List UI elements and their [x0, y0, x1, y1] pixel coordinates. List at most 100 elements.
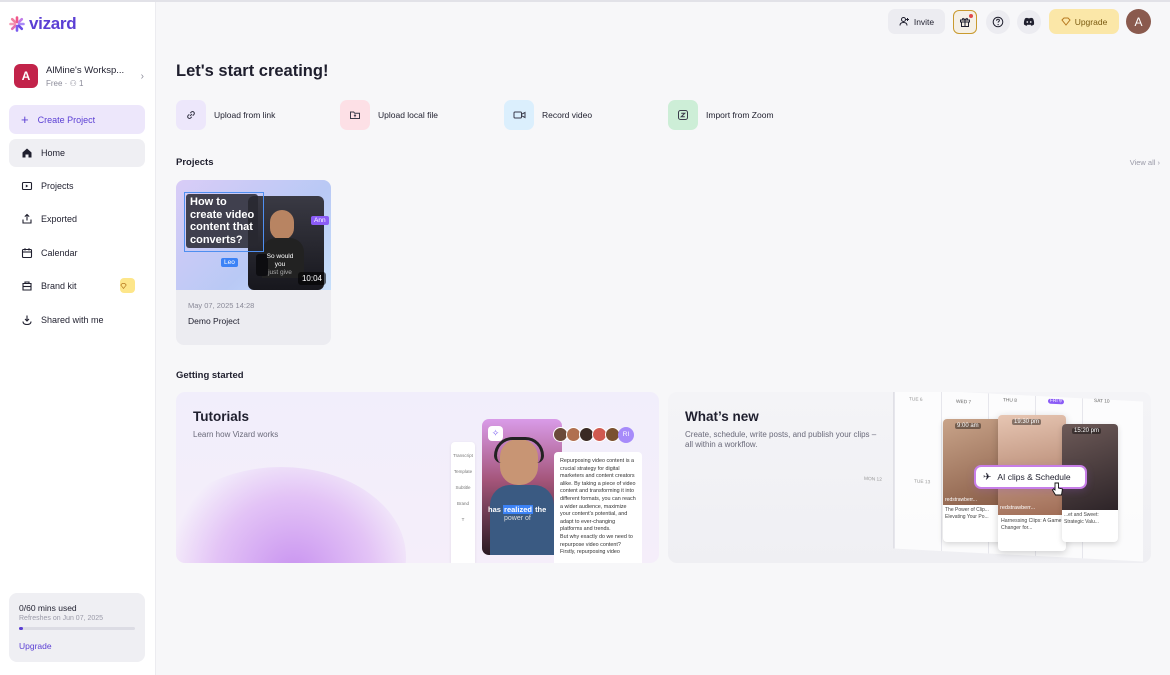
collaborator-avatars: RI	[553, 427, 634, 443]
sidebar-item-label: Projects	[41, 181, 74, 191]
discord-icon	[1023, 17, 1035, 26]
tutorials-card[interactable]: Tutorials Learn how Vizard works Transcr…	[176, 392, 659, 563]
sidebar: vizard A AlMine's Worksp... Free · ⚇ 1 ›…	[0, 2, 156, 675]
usage-progress-fill	[19, 627, 23, 630]
add-user-icon	[899, 17, 909, 26]
sidebar-item-label: Calendar	[41, 248, 78, 258]
upload-from-link-button[interactable]: Upload from link	[176, 100, 275, 130]
hand-cursor-icon	[1051, 482, 1063, 496]
sidebar-item-shared[interactable]: Shared with me	[9, 306, 145, 334]
create-project-button[interactable]: + Create Project	[9, 105, 145, 134]
vizard-logo-icon	[9, 16, 25, 32]
plus-icon: +	[21, 112, 29, 127]
record-video-button[interactable]: Record video	[504, 100, 592, 130]
tutorial-caption-2: power of	[504, 515, 531, 522]
gift-button[interactable]	[953, 10, 977, 34]
brand-icon	[22, 281, 32, 291]
action-label: Upload from link	[214, 110, 276, 120]
sidebar-item-calendar[interactable]: Calendar	[9, 239, 145, 267]
view-all-link[interactable]: View all ›	[1130, 158, 1160, 167]
usage-progress-bar	[19, 627, 135, 630]
app-logo[interactable]: vizard	[9, 14, 77, 34]
editor-toolbar-labels: Transcript Template Subtitle Brand T	[453, 453, 473, 522]
member-icon: ⚇	[69, 78, 79, 88]
logo-text: vizard	[29, 14, 77, 33]
window-top-border	[0, 0, 1170, 2]
sidebar-item-label: Brand kit	[41, 281, 77, 291]
import-from-zoom-button[interactable]: Import from Zoom	[668, 100, 774, 130]
send-icon: ✈	[983, 471, 992, 483]
whats-new-subtitle: Create, schedule, write posts, and publi…	[685, 430, 877, 449]
whats-new-title: What’s new	[685, 409, 759, 424]
workspace-name: AlMine's Worksp...	[46, 64, 125, 76]
sidebar-item-label: Exported	[41, 214, 78, 224]
ai-sparkle-icon: ✧	[488, 426, 503, 441]
workspace-member-count: 1	[78, 78, 84, 88]
premium-badge	[120, 278, 135, 293]
project-date: May 07, 2025 14:28	[188, 301, 255, 310]
zoom-icon	[668, 100, 698, 130]
sidebar-item-label: Shared with me	[41, 315, 104, 325]
video-duration: 10:04	[297, 272, 326, 285]
shared-icon	[22, 315, 32, 326]
presenter-face	[270, 210, 294, 240]
workspace-avatar: A	[14, 64, 38, 88]
tutorials-title: Tutorials	[193, 409, 250, 424]
headphones	[494, 437, 544, 463]
diamond-icon	[1061, 17, 1071, 26]
upgrade-button[interactable]: Upgrade	[1049, 9, 1119, 34]
tutorial-video: ✧ has realized the power of	[482, 419, 562, 555]
thumbnail-title: How to create video content that convert…	[186, 194, 259, 248]
project-name: Demo Project	[188, 316, 240, 326]
upload-local-file-button[interactable]: Upload local file	[340, 100, 438, 130]
notification-dot	[969, 14, 973, 18]
sidebar-item-brand-kit[interactable]: Brand kit	[9, 272, 145, 300]
usage-minutes: 0/60 mins used	[19, 603, 77, 613]
decorative-glow	[176, 467, 406, 563]
collaborator-tag-leo: Leo	[221, 258, 238, 267]
transcript-panel: Repurposing video content is a crucial s…	[554, 452, 642, 563]
sidebar-item-exported[interactable]: Exported	[9, 205, 145, 233]
workspace-switcher[interactable]: A AlMine's Worksp... Free · ⚇ 1 ›	[14, 62, 144, 90]
workspace-plan: Free · ⚇ 1	[46, 79, 126, 88]
tutorials-subtitle: Learn how Vizard works	[193, 430, 279, 439]
action-label: Import from Zoom	[706, 110, 774, 120]
project-card[interactable]: How to create video content that convert…	[176, 180, 331, 345]
view-all-label: View all	[1129, 158, 1156, 167]
projects-heading: Projects	[176, 157, 214, 168]
help-button[interactable]	[986, 10, 1010, 34]
collaborator-tag-ann: Ann	[311, 216, 329, 225]
chevron-right-icon: ›	[1157, 158, 1161, 167]
editor-toolbar: Transcript Template Subtitle Brand T	[451, 442, 475, 563]
whats-new-card[interactable]: What’s new Create, schedule, write posts…	[668, 392, 1151, 563]
sidebar-item-home[interactable]: Home	[9, 139, 145, 167]
export-icon	[22, 213, 32, 224]
chevron-right-icon: ›	[140, 70, 144, 82]
diamond-icon	[120, 282, 127, 289]
discord-button[interactable]	[1017, 10, 1041, 34]
caption-preview: So would you just give	[266, 253, 294, 276]
usage-upgrade-link[interactable]: Upgrade	[19, 641, 135, 651]
getting-started-heading: Getting started	[176, 370, 244, 381]
action-label: Upload local file	[378, 110, 439, 120]
help-icon	[992, 16, 1004, 28]
tutorial-caption: has realized the	[488, 505, 547, 514]
invite-label: Invite	[913, 16, 935, 27]
sidebar-item-projects[interactable]: Projects	[9, 172, 145, 200]
more-avatars-badge: RI	[618, 427, 634, 443]
action-label: Record video	[542, 110, 593, 120]
invite-button[interactable]: Invite	[888, 9, 945, 34]
home-icon	[22, 148, 32, 158]
usage-panel: 0/60 mins used Refreshes on Jun 07, 2025…	[9, 593, 145, 662]
project-thumbnail: How to create video content that convert…	[176, 180, 331, 290]
workspace-plan-label: Free ·	[46, 78, 70, 88]
projects-icon	[21, 181, 33, 191]
link-icon	[176, 100, 206, 130]
video-icon	[504, 100, 534, 130]
usage-refresh-date: Refreshes on Jun 07, 2025	[19, 615, 104, 622]
calendar-icon	[21, 248, 33, 259]
user-avatar[interactable]: A	[1126, 9, 1151, 34]
upgrade-label: Upgrade	[1074, 16, 1108, 27]
folder-icon	[340, 100, 370, 130]
page-title: Let's start creating!	[176, 62, 329, 80]
